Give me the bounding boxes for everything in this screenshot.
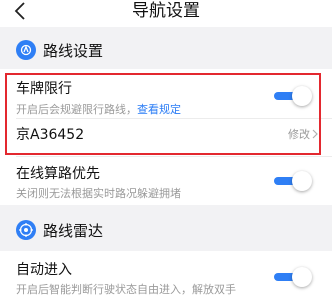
- online-calc-toggle[interactable]: [274, 171, 312, 191]
- auto-enter-desc: 开启后智能判断行驶状态自由进入，解放双手: [16, 283, 236, 296]
- radar-icon: [16, 220, 36, 240]
- online-calc-desc: 关闭则无法根据实时路况躲避拥堵: [16, 187, 181, 200]
- modify-label: 修改: [288, 128, 310, 141]
- section-title-route: 路线设置: [43, 41, 104, 60]
- section-header-route: 路线设置: [0, 33, 332, 67]
- plate-limit-title: 车牌限行: [16, 81, 72, 97]
- toggle-knob: [292, 267, 312, 287]
- plate-limit-toggle[interactable]: [274, 86, 312, 106]
- plate-limit-desc-text: 开启后会规避限行路线，: [16, 103, 137, 116]
- divider: [16, 118, 332, 119]
- auto-enter-title: 自动进入: [16, 262, 72, 278]
- toggle-knob: [292, 171, 312, 191]
- nav-bar: 导航设置: [0, 0, 332, 27]
- chevron-right-icon: [312, 129, 318, 139]
- view-rules-link[interactable]: 查看规定: [137, 103, 181, 116]
- page-title: 导航设置: [132, 1, 200, 21]
- plate-number: 京A36452: [16, 127, 85, 143]
- toggle-knob: [292, 86, 312, 106]
- plate-limit-desc: 开启后会规避限行路线，查看规定: [16, 101, 181, 117]
- route-icon: [16, 40, 36, 60]
- section-title-radar: 路线雷达: [43, 221, 104, 240]
- divider: [16, 156, 332, 157]
- online-calc-title: 在线算路优先: [16, 166, 100, 182]
- section-header-radar: 路线雷达: [0, 213, 332, 247]
- auto-enter-toggle[interactable]: [274, 267, 312, 287]
- modify-plate-button[interactable]: 修改: [288, 126, 318, 142]
- route-settings-card: 车牌限行 开启后会规避限行路线，查看规定 京A36452 修改 在线算路优先 关…: [0, 69, 332, 205]
- radar-settings-card: 自动进入 开启后智能判断行驶状态自由进入，解放双手: [0, 251, 332, 305]
